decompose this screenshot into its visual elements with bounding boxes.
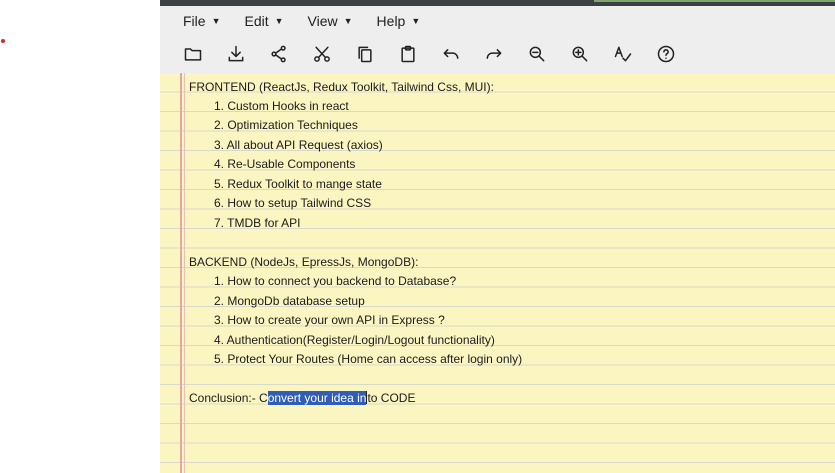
chevron-down-icon: ▼ xyxy=(343,16,353,26)
list-item: 5. Protect Your Routes (Home can access … xyxy=(214,352,523,366)
frontend-heading: FRONTEND (ReactJs, Redux Toolkit, Tailwi… xyxy=(189,80,494,94)
zoom-out-icon xyxy=(529,46,545,62)
folder-open-icon xyxy=(184,48,202,61)
list-item: 2. MongoDb database setup xyxy=(214,294,365,308)
list-item: 6. How to setup Tailwind CSS xyxy=(214,196,372,210)
menu-view-label: View xyxy=(307,13,338,29)
document-page[interactable]: FRONTEND (ReactJs, Redux Toolkit, Tailwi… xyxy=(160,73,835,473)
download-button[interactable] xyxy=(224,42,248,66)
undo-button[interactable] xyxy=(439,42,463,66)
menu-file[interactable]: File ▼ xyxy=(183,13,220,29)
editor-window: File ▼ Edit ▼ View ▼ Help ▼ FRONTEND (Re… xyxy=(160,0,835,473)
spellcheck-icon xyxy=(614,46,632,62)
spellcheck-button[interactable] xyxy=(611,42,635,66)
list-item: 5. Redux Toolkit to mange state xyxy=(214,177,382,191)
text-selection[interactable]: onvert your idea in xyxy=(267,391,367,405)
list-item: 1. How to connect you backend to Databas… xyxy=(214,274,457,288)
red-dot-marker xyxy=(1,39,5,43)
paste-button[interactable] xyxy=(396,42,420,66)
title-strip-accent xyxy=(594,0,835,2)
help-button[interactable] xyxy=(654,42,678,66)
open-button[interactable] xyxy=(181,42,205,66)
redo-icon xyxy=(486,49,502,59)
zoom-out-button[interactable] xyxy=(525,42,549,66)
list-item: 3. How to create your own API in Express… xyxy=(214,313,445,327)
copy-button[interactable] xyxy=(353,42,377,66)
copy-icon xyxy=(358,46,372,63)
cut-button[interactable] xyxy=(310,42,334,66)
chevron-down-icon: ▼ xyxy=(274,16,284,26)
margin-rule-inner xyxy=(184,73,185,473)
menu-file-label: File xyxy=(183,13,206,29)
list-item: 7. TMDB for API xyxy=(214,216,301,230)
list-item: 1. Custom Hooks in react xyxy=(214,99,349,113)
margin-rule xyxy=(180,73,182,473)
menu-help[interactable]: Help ▼ xyxy=(377,13,421,29)
menu-edit-label: Edit xyxy=(244,13,269,29)
menu-view[interactable]: View ▼ xyxy=(308,13,353,29)
list-item: 4. Authentication(Register/Login/Logout … xyxy=(214,333,495,347)
cut-icon xyxy=(314,46,330,62)
redo-button[interactable] xyxy=(482,42,506,66)
list-item: 4. Re-Usable Components xyxy=(214,157,356,171)
conclusion-prefix: Conclusion:- C xyxy=(189,391,268,405)
paste-icon xyxy=(401,45,415,63)
conclusion-suffix: to CODE xyxy=(367,391,416,405)
conclusion-line: Conclusion:- Convert your idea into CODE xyxy=(189,391,415,406)
help-icon xyxy=(657,45,675,63)
download-icon xyxy=(228,45,244,62)
zoom-in-button[interactable] xyxy=(568,42,592,66)
chevron-down-icon: ▼ xyxy=(211,16,221,26)
backend-heading: BACKEND (NodeJs, EpressJs, MongoDB): xyxy=(189,255,419,269)
toolbar xyxy=(160,36,835,72)
menu-help-label: Help xyxy=(376,13,406,29)
chevron-down-icon: ▼ xyxy=(411,16,421,26)
undo-icon xyxy=(443,49,459,59)
menu-edit[interactable]: Edit ▼ xyxy=(244,13,283,29)
menubar: File ▼ Edit ▼ View ▼ Help ▼ xyxy=(160,6,835,36)
zoom-in-icon xyxy=(572,46,588,62)
share-icon xyxy=(271,45,286,63)
share-button[interactable] xyxy=(267,42,291,66)
list-item: 3. All about API Request (axios) xyxy=(214,138,383,152)
list-item: 2. Optimization Techniques xyxy=(214,118,358,132)
